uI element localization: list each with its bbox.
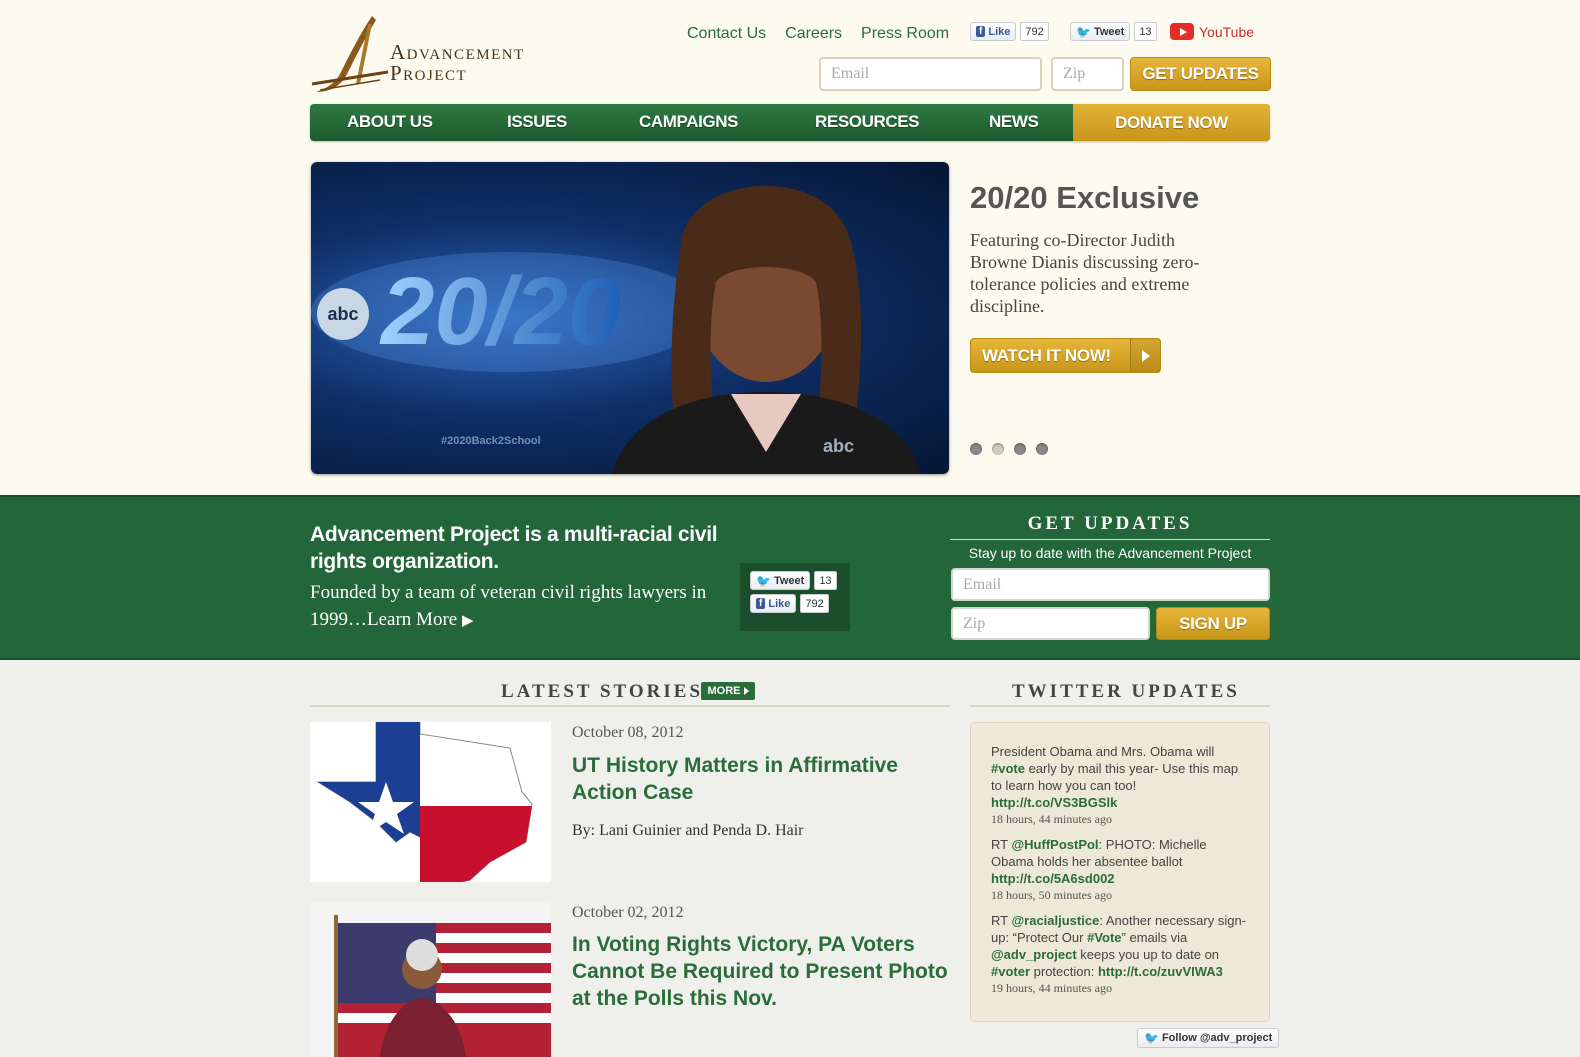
nav-news[interactable]: News: [989, 112, 1039, 132]
story-1-thumbnail[interactable]: [310, 721, 551, 883]
twitter-bird-icon: 🐦: [1144, 1031, 1159, 1045]
sign-up-button[interactable]: Sign Up: [1156, 607, 1270, 640]
slide-dot-1[interactable]: [970, 443, 982, 455]
nav-campaigns[interactable]: Campaigns: [639, 112, 738, 132]
band-like-widget[interactable]: f Like 792: [750, 594, 850, 613]
watch-it-now-button[interactable]: Watch It Now!: [970, 338, 1161, 373]
band-like-button[interactable]: f Like: [750, 594, 797, 613]
tweet-2: RT @HuffPostPol: PHOTO: Michelle Obama h…: [991, 836, 1249, 904]
nav-donate-now[interactable]: Donate Now: [1073, 104, 1270, 141]
hero-title: 20/20 Exclusive: [970, 180, 1200, 215]
tweet-widget[interactable]: 🐦 Tweet 13: [1070, 22, 1157, 41]
hashtag-link[interactable]: #voter: [991, 964, 1030, 979]
tweet-count: 13: [1134, 22, 1157, 41]
svg-text:abc: abc: [327, 304, 358, 324]
divider: [310, 705, 950, 707]
band-like-count: 792: [800, 594, 829, 613]
contact-us-link[interactable]: Contact Us: [687, 25, 766, 43]
slide-pager: [970, 443, 1048, 455]
press-room-link[interactable]: Press Room: [861, 25, 949, 43]
tweet-timestamp: 18 hours, 44 minutes ago: [991, 812, 1112, 826]
slide-dot-2[interactable]: [992, 443, 1004, 455]
band-tweet-button[interactable]: 🐦 Tweet: [750, 571, 811, 590]
story-2-title[interactable]: In Voting Rights Victory, PA Voters Cann…: [572, 931, 957, 1012]
band-tweet-widget[interactable]: 🐦 Tweet 13: [750, 571, 850, 590]
flag-speaker-photo: [334, 915, 551, 1057]
hashtag-caption: #2020Back2School: [441, 435, 541, 447]
facebook-icon: f: [756, 598, 766, 609]
tweet-timestamp: 18 hours, 50 minutes ago: [991, 888, 1112, 902]
slide-dot-3[interactable]: [1014, 443, 1026, 455]
get-updates-button[interactable]: Get Updates: [1130, 57, 1271, 91]
twitter-bird-icon: 🐦: [1076, 24, 1091, 39]
signup-email-input[interactable]: Email: [951, 568, 1270, 601]
mention-link[interactable]: @racialjustice: [1011, 913, 1099, 928]
twitter-bird-icon: 🐦: [756, 573, 771, 588]
hero-video-thumbnail[interactable]: abc 20/20 #2020Back2School abc: [311, 162, 949, 474]
tweet-button[interactable]: 🐦 Tweet: [1070, 22, 1131, 41]
divider: [950, 539, 1270, 540]
learn-more-link[interactable]: Learn More ▶: [367, 609, 474, 630]
tweet-3: RT @racialjustice: Another necessary sig…: [991, 912, 1249, 997]
texas-flag-map-icon: [316, 721, 533, 883]
band-social-widgets: 🐦 Tweet 13 f Like 792: [740, 563, 850, 631]
hero-illustration: abc 20/20 #2020Back2School abc: [311, 185, 921, 474]
quill-logo-icon: [311, 16, 389, 92]
story-2-date: October 02, 2012: [572, 904, 684, 921]
twitter-updates-title: Twitter Updates: [1012, 681, 1240, 702]
slide-dot-4[interactable]: [1036, 443, 1048, 455]
logo[interactable]: Advancement Project: [310, 14, 560, 94]
hashtag-link[interactable]: #vote: [991, 761, 1025, 776]
abc-watermark: abc: [823, 436, 854, 456]
nav-about-us[interactable]: About Us: [347, 112, 433, 132]
top-links: Contact Us Careers Press Room: [687, 25, 949, 43]
divider: [970, 705, 1270, 707]
header-zip-input[interactable]: Zip: [1051, 57, 1124, 91]
follow-button[interactable]: 🐦 Follow @adv_project: [1137, 1028, 1280, 1048]
twitter-feed: President Obama and Mrs. Obama will #vot…: [970, 722, 1270, 1022]
hashtag-link[interactable]: #Vote: [1087, 930, 1121, 945]
youtube-link[interactable]: YouTube: [1170, 22, 1254, 41]
tweet-timestamp: 19 hours, 44 minutes ago: [991, 981, 1112, 995]
header-email-input[interactable]: Email: [819, 57, 1042, 91]
story-2-thumbnail[interactable]: [310, 903, 551, 1057]
mention-link[interactable]: @HuffPostPol: [1011, 837, 1098, 852]
nav-resources[interactable]: Resources: [815, 112, 919, 132]
tweet-1: President Obama and Mrs. Obama will #vot…: [991, 743, 1249, 828]
band-tweet-count: 13: [814, 571, 837, 590]
story-1-date: October 08, 2012: [572, 724, 684, 741]
story-1-title[interactable]: UT History Matters in Affirmative Action…: [572, 752, 942, 806]
mention-link[interactable]: @adv_project: [991, 947, 1077, 962]
arrow-right-icon: ▶: [461, 613, 474, 629]
facebook-like-widget[interactable]: f Like 792: [970, 22, 1049, 41]
more-stories-button[interactable]: MORE: [701, 682, 755, 700]
facebook-icon: f: [976, 26, 986, 37]
about-headline: Advancement Project is a multi-racial ci…: [310, 523, 718, 573]
tweet-url-link[interactable]: http://t.co/5A6sd002: [991, 871, 1115, 886]
about-text: Founded by a team of veteran civil right…: [310, 582, 707, 630]
latest-stories-title: Latest Stories: [501, 681, 704, 702]
tweet-url-link[interactable]: http://t.co/zuvVIWA3: [1098, 964, 1223, 979]
get-updates-title: Get Updates: [1027, 513, 1193, 534]
hero-description: Featuring co-Director Judith Browne Dian…: [970, 230, 1200, 316]
facebook-like-button[interactable]: f Like: [970, 22, 1017, 41]
tweet-url-link[interactable]: http://t.co/VS3BGSlk: [991, 795, 1117, 810]
story-1-byline: By: Lani Guinier and Penda D. Hair: [572, 822, 804, 839]
logo-wordmark: Advancement Project: [390, 40, 525, 85]
get-updates-subtitle: Stay up to date with the Advancement Pro…: [968, 545, 1252, 561]
nav-issues[interactable]: Issues: [507, 112, 567, 132]
signup-zip-input[interactable]: Zip: [951, 607, 1150, 640]
careers-link[interactable]: Careers: [785, 25, 842, 43]
play-arrow-icon: [1130, 339, 1160, 372]
youtube-icon: [1170, 23, 1194, 40]
show-logo: 20/20: [379, 258, 621, 365]
like-count: 792: [1020, 22, 1049, 41]
main-nav: About Us Issues Campaigns Resources News…: [310, 104, 1270, 141]
